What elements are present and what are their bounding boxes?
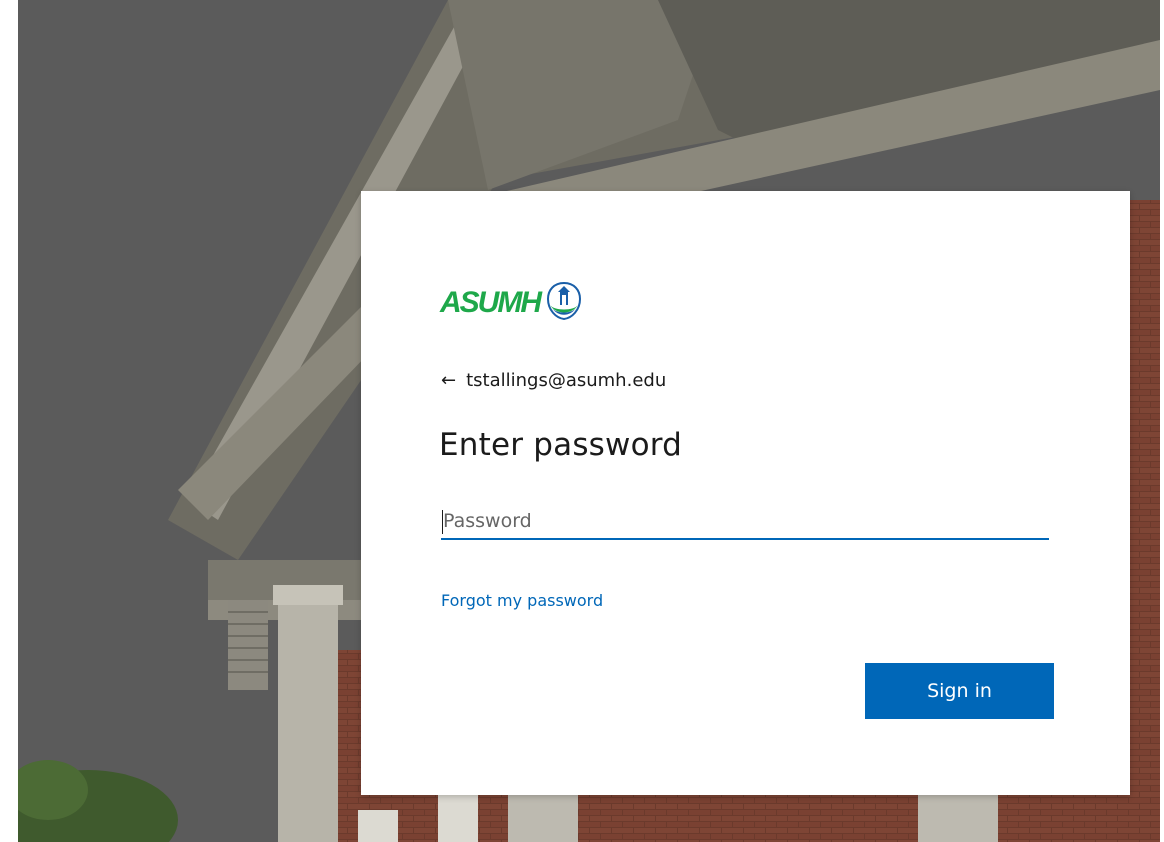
viewport: ASUMH ← tstallings@asumh.edu Enter passw… [0, 0, 1164, 842]
brand-logo: ASUMH [440, 278, 582, 328]
sign-in-button[interactable]: Sign in [865, 663, 1054, 719]
text-cursor [442, 510, 443, 534]
signin-card: ASUMH ← tstallings@asumh.edu Enter passw… [361, 191, 1130, 795]
arrow-left-icon[interactable]: ← [441, 370, 456, 391]
page-title: Enter password [439, 427, 683, 463]
university-seal-icon [546, 281, 582, 325]
logo-wordmark: ASUMH [440, 286, 542, 319]
identity-banner[interactable]: ← tstallings@asumh.edu [441, 368, 666, 392]
account-email: tstallings@asumh.edu [466, 369, 667, 391]
password-input[interactable] [441, 504, 1049, 540]
forgot-password-link[interactable]: Forgot my password [441, 591, 603, 610]
